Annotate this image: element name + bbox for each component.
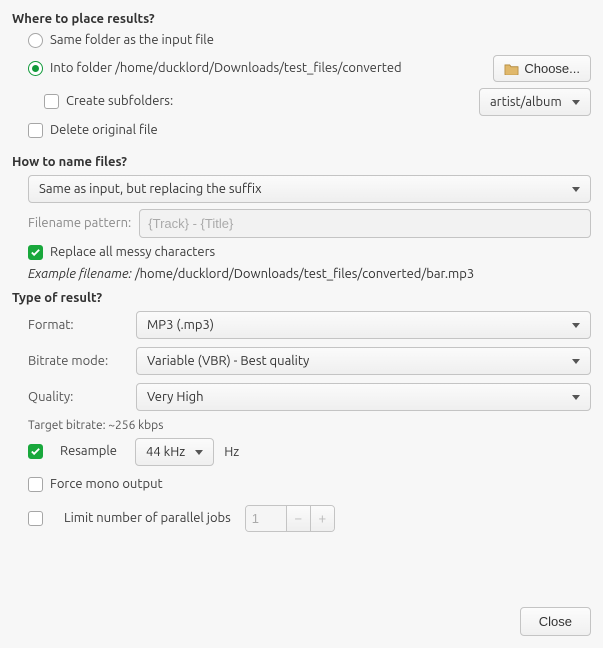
replace-messy-label: Replace all messy characters bbox=[50, 244, 215, 261]
choose-folder-button[interactable]: Choose... bbox=[493, 55, 591, 82]
resample-dropdown[interactable]: 44 kHz bbox=[135, 438, 214, 466]
naming-mode-dropdown[interactable]: Same as input, but replacing the suffix bbox=[28, 175, 591, 203]
filename-pattern-row: Filename pattern: bbox=[28, 209, 591, 238]
radio-same-folder-label: Same folder as the input file bbox=[50, 32, 214, 49]
quality-value: Very High bbox=[147, 390, 204, 404]
jobs-decrement: − bbox=[286, 506, 310, 531]
radio-into-folder-row[interactable]: Into folder /home/ducklord/Downloads/tes… bbox=[28, 55, 591, 82]
radio-same-folder-row[interactable]: Same folder as the input file bbox=[28, 32, 591, 49]
delete-original-checkbox[interactable] bbox=[28, 123, 43, 138]
radio-into-folder[interactable] bbox=[28, 61, 43, 76]
section-naming-title: How to name files? bbox=[12, 155, 591, 169]
close-button[interactable]: Close bbox=[520, 607, 591, 636]
choose-folder-label: Choose... bbox=[524, 61, 580, 76]
bitrate-mode-label: Bitrate mode: bbox=[28, 354, 128, 368]
bitrate-mode-dropdown[interactable]: Variable (VBR) - Best quality bbox=[136, 347, 591, 375]
bitrate-mode-value: Variable (VBR) - Best quality bbox=[147, 354, 309, 368]
jobs-input bbox=[246, 506, 286, 531]
format-label: Format: bbox=[28, 318, 128, 332]
force-mono-checkbox[interactable] bbox=[28, 477, 43, 492]
quality-dropdown[interactable]: Very High bbox=[136, 383, 591, 411]
section-place-title: Where to place results? bbox=[12, 12, 591, 26]
naming-mode-value: Same as input, but replacing the suffix bbox=[39, 182, 262, 196]
close-button-label: Close bbox=[539, 614, 572, 629]
filename-pattern-input bbox=[139, 209, 591, 238]
delete-original-label: Delete original file bbox=[50, 122, 158, 139]
naming-mode-row: Same as input, but replacing the suffix bbox=[28, 175, 591, 203]
folder-icon bbox=[504, 62, 519, 75]
example-filename-value: /home/ducklord/Downloads/test_files/conv… bbox=[135, 267, 474, 281]
resample-unit: Hz bbox=[224, 445, 239, 459]
resample-checkbox[interactable] bbox=[28, 444, 43, 459]
into-folder-prefix: Into folder bbox=[50, 61, 112, 75]
replace-messy-row[interactable]: Replace all messy characters bbox=[28, 244, 591, 261]
example-filename: Example filename: /home/ducklord/Downloa… bbox=[28, 267, 591, 281]
subfolder-pattern-value: artist/album bbox=[490, 95, 562, 109]
quality-label: Quality: bbox=[28, 390, 128, 404]
jobs-increment: + bbox=[310, 506, 334, 531]
format-dropdown[interactable]: MP3 (.mp3) bbox=[136, 311, 591, 339]
target-bitrate-note: Target bitrate: ~256 kbps bbox=[28, 419, 591, 432]
into-folder-path: /home/ducklord/Downloads/test_files/conv… bbox=[115, 61, 402, 75]
limit-jobs-row: Limit number of parallel jobs − + bbox=[28, 505, 591, 532]
force-mono-label: Force mono output bbox=[50, 476, 163, 493]
format-value: MP3 (.mp3) bbox=[147, 318, 214, 332]
create-subfolders-checkbox[interactable] bbox=[44, 94, 59, 109]
replace-messy-checkbox[interactable] bbox=[28, 245, 43, 260]
force-mono-row[interactable]: Force mono output bbox=[28, 476, 591, 493]
limit-jobs-label: Limit number of parallel jobs bbox=[64, 510, 231, 527]
jobs-spinner: − + bbox=[245, 505, 335, 532]
resample-label: Resample bbox=[60, 443, 117, 460]
create-subfolders-row: Create subfolders: artist/album bbox=[44, 88, 591, 116]
limit-jobs-checkbox[interactable] bbox=[28, 511, 43, 526]
section-result-title: Type of result? bbox=[12, 291, 591, 305]
filename-pattern-label: Filename pattern: bbox=[28, 216, 131, 230]
resample-value: 44 kHz bbox=[146, 445, 185, 459]
subfolder-pattern-dropdown[interactable]: artist/album bbox=[479, 88, 591, 116]
radio-same-folder[interactable] bbox=[28, 33, 43, 48]
resample-row: Resample 44 kHz Hz bbox=[28, 438, 591, 466]
radio-into-folder-label: Into folder /home/ducklord/Downloads/tes… bbox=[50, 60, 402, 77]
delete-original-row[interactable]: Delete original file bbox=[28, 122, 591, 139]
create-subfolders-label: Create subfolders: bbox=[66, 93, 173, 110]
example-filename-label: Example filename: bbox=[28, 267, 132, 281]
